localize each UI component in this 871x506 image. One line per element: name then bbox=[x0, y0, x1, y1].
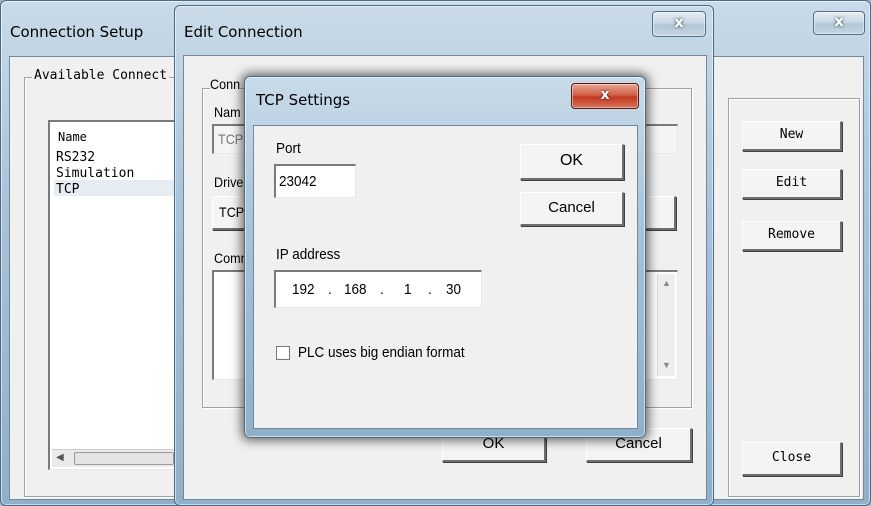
port-input[interactable]: 23042 bbox=[274, 164, 356, 198]
list-item-selected[interactable]: TCP bbox=[54, 180, 184, 197]
scroll-down-icon[interactable]: ▼ bbox=[662, 360, 671, 370]
tcp-ok-button[interactable]: OK bbox=[520, 144, 624, 180]
driver-label: Drive bbox=[214, 174, 244, 190]
ip-dot: . bbox=[428, 281, 432, 298]
scrollbar-thumb[interactable] bbox=[74, 452, 174, 465]
right-panel-group bbox=[728, 98, 860, 497]
scroll-left-icon[interactable]: ◀ bbox=[56, 452, 64, 463]
tcp-settings-window: TCP Settings x Port 23042 OK Cancel IP a… bbox=[244, 76, 646, 438]
ip-address-input[interactable]: 192 . 168 . 1 . 30 bbox=[274, 270, 482, 308]
tcp-settings-client: Port 23042 OK Cancel IP address 192 . 16… bbox=[253, 125, 638, 429]
tcp-settings-close-button[interactable]: x bbox=[571, 83, 639, 109]
name-label: Nam bbox=[214, 104, 241, 120]
ip-dot: . bbox=[380, 281, 384, 298]
close-icon: x bbox=[834, 14, 844, 30]
big-endian-label[interactable]: PLC uses big endian format bbox=[298, 344, 465, 361]
ip-address-label: IP address bbox=[276, 246, 341, 263]
port-label: Port bbox=[276, 140, 301, 157]
edit-connection-close-button[interactable]: x bbox=[652, 11, 706, 37]
tcp-cancel-button[interactable]: Cancel bbox=[520, 192, 624, 226]
edit-connection-title: Edit Connection bbox=[184, 23, 303, 41]
connection-group-label: Conn bbox=[210, 76, 241, 92]
connection-setup-title: Connection Setup bbox=[10, 23, 144, 41]
close-icon: x bbox=[600, 87, 610, 103]
vertical-scrollbar[interactable]: ▲ ▼ bbox=[657, 274, 675, 376]
tcp-settings-title: TCP Settings bbox=[256, 91, 351, 109]
horizontal-scrollbar[interactable]: ◀ bbox=[52, 449, 186, 467]
close-button[interactable]: Close bbox=[742, 442, 842, 476]
ip-octet-4[interactable]: 30 bbox=[446, 281, 461, 298]
connection-setup-close-button[interactable]: x bbox=[813, 11, 865, 35]
new-button[interactable]: New bbox=[742, 121, 842, 151]
close-icon: x bbox=[674, 15, 684, 31]
ip-dot: . bbox=[328, 281, 332, 298]
big-endian-checkbox[interactable] bbox=[276, 346, 290, 360]
edit-button[interactable]: Edit bbox=[742, 169, 842, 199]
remove-button[interactable]: Remove bbox=[742, 221, 842, 251]
ip-octet-1[interactable]: 192 bbox=[292, 281, 315, 298]
ip-octet-3[interactable]: 1 bbox=[404, 281, 412, 298]
scroll-up-icon[interactable]: ▲ bbox=[662, 278, 671, 288]
list-header-name[interactable]: Name bbox=[58, 130, 87, 144]
available-connections-label: Available Connect bbox=[32, 68, 170, 83]
ip-octet-2[interactable]: 168 bbox=[344, 281, 367, 298]
connections-list[interactable]: Name RS232 Simulation TCP ◀ bbox=[48, 120, 188, 470]
